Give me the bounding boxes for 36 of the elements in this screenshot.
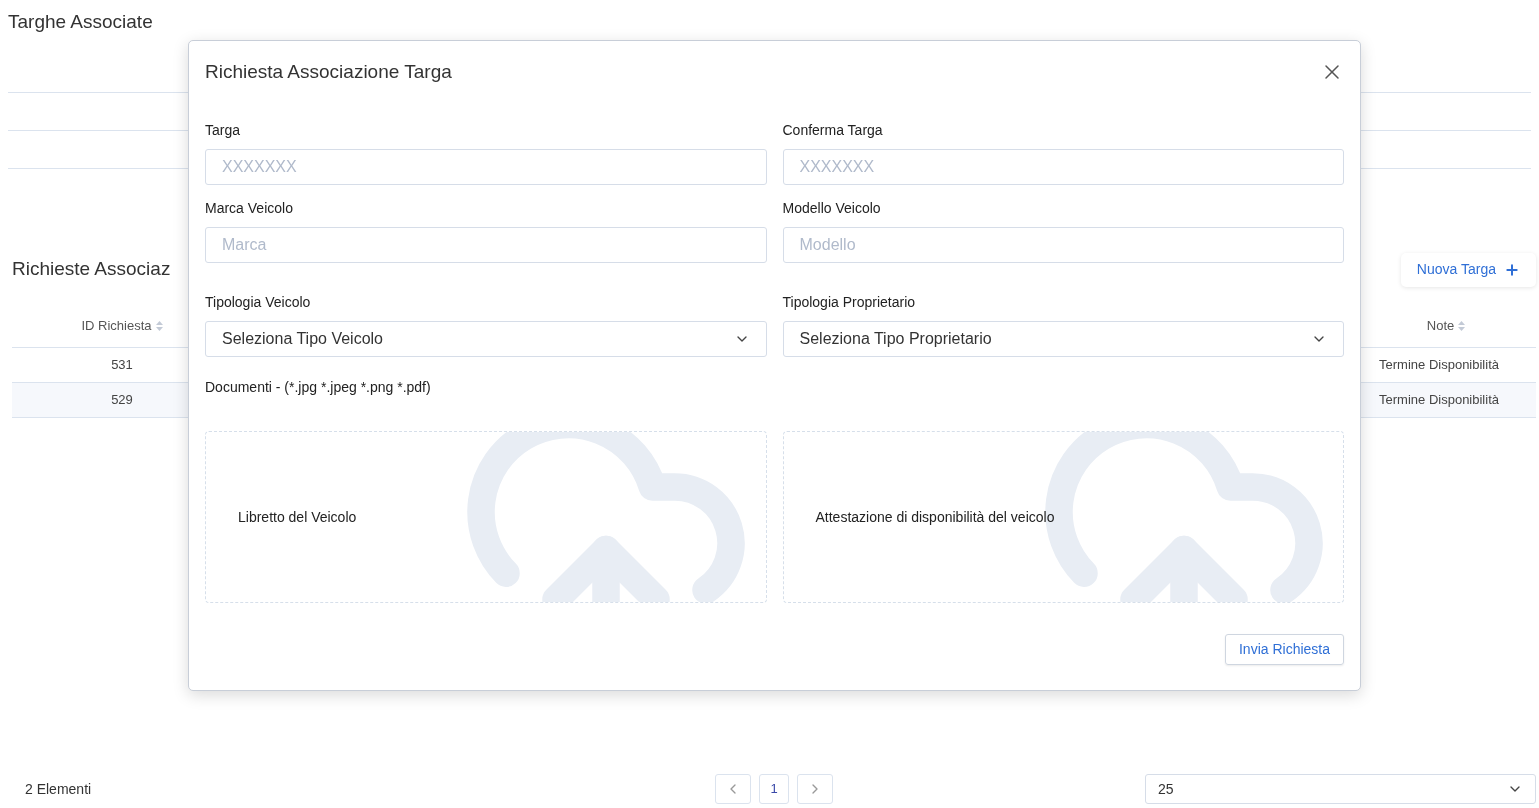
- table-cell: 529: [111, 391, 133, 407]
- section-title: Richieste Associaz: [12, 257, 171, 282]
- next-page-button[interactable]: [797, 774, 833, 804]
- submit-button[interactable]: Invia Richiesta: [1224, 634, 1344, 665]
- page-size-select[interactable]: 25: [1145, 774, 1536, 804]
- select-dropdown[interactable]: Seleziona Tipo Veicolo: [205, 321, 767, 357]
- table-cell: 531: [111, 356, 133, 372]
- upload-label: Attestazione di disponibilità del veicolo: [815, 507, 1055, 527]
- upload-dropzone[interactable]: Attestazione di disponibilità del veicolo: [782, 431, 1344, 603]
- modal-title: Richiesta Associazione Targa: [205, 59, 452, 84]
- input-field[interactable]: XXXXXXX: [205, 149, 767, 185]
- input-field[interactable]: Modello: [782, 227, 1344, 263]
- field-label: Tipologia Proprietario: [782, 293, 917, 312]
- field-label: Marca Veicolo: [205, 199, 294, 218]
- item-count: 2 Elementi: [25, 779, 93, 799]
- input-field[interactable]: Marca: [205, 227, 767, 263]
- field-label: Modello Veicolo: [782, 199, 882, 218]
- table-cell: Termine Disponibilità: [1379, 356, 1499, 372]
- page-title: Targhe Associate: [8, 10, 154, 34]
- page-button[interactable]: 1: [759, 774, 789, 804]
- field-label: Conferma Targa: [782, 121, 884, 140]
- sort-icon: [1458, 320, 1466, 331]
- sort-icon: [155, 320, 163, 331]
- input-field[interactable]: XXXXXXX: [782, 149, 1344, 185]
- previous-page-button[interactable]: [715, 774, 751, 804]
- field-label: Targa: [205, 121, 242, 140]
- upload-dropzone[interactable]: Libretto del Veicolo: [205, 431, 767, 603]
- upload-label: Libretto del Veicolo: [238, 507, 357, 527]
- column-header[interactable]: Note: [1426, 315, 1455, 336]
- plus-icon: [1504, 261, 1520, 278]
- field-label: Tipologia Veicolo: [205, 293, 312, 312]
- documents-label: Documenti - (*.jpg *.jpeg *.png *.pdf): [205, 378, 432, 397]
- select-dropdown[interactable]: Seleziona Tipo Proprietario: [782, 321, 1344, 357]
- column-header[interactable]: ID Richiesta: [81, 315, 152, 336]
- table-cell: Termine Disponibilità: [1379, 391, 1499, 407]
- new-plate-button[interactable]: Nuova Targa: [1400, 252, 1536, 287]
